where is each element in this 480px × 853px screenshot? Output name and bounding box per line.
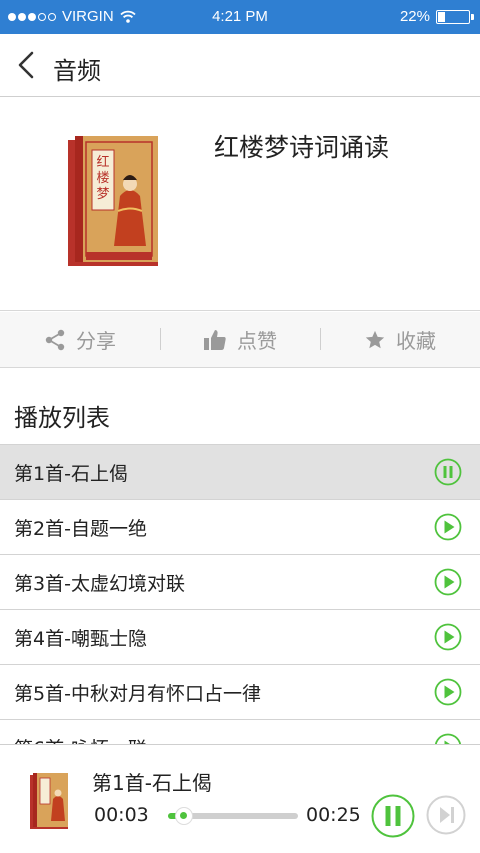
thumbs-up-icon: [204, 329, 226, 350]
chevron-left-icon[interactable]: [12, 49, 42, 81]
play-icon[interactable]: [434, 678, 462, 706]
album-cover: 红楼梦: [68, 136, 158, 266]
progress-handle[interactable]: [174, 807, 193, 825]
playlist-title: 播放列表: [14, 404, 110, 432]
action-bar: 分享 点赞 收藏: [0, 312, 480, 368]
list-item[interactable]: 第5首-中秋对月有怀口占一律: [0, 664, 480, 719]
track-title: 第5首-中秋对月有怀口占一律: [14, 682, 261, 705]
share-icon: [45, 329, 65, 350]
album-title: 红楼梦诗词诵读: [214, 133, 390, 162]
page-title: 音频: [53, 57, 101, 85]
duration: 00:25: [306, 804, 361, 826]
nav-bar: 音频: [0, 34, 480, 97]
battery-percent: 22%: [399, 8, 430, 25]
list-item[interactable]: 第1首-石上偈: [0, 444, 480, 499]
favorite-button[interactable]: 收藏: [320, 312, 480, 367]
track-title: 第4首-嘲甄士隐: [14, 627, 147, 650]
list-item[interactable]: 第4首-嘲甄士隐: [0, 609, 480, 664]
now-playing-title: 第1首-石上偈: [92, 771, 212, 795]
album-header: 红楼梦 红楼梦诗词诵读: [0, 98, 480, 311]
like-label: 点赞: [237, 329, 277, 353]
playlist: 第1首-石上偈 第2首-自题一绝 第3首-太虚幻境对联 第4首-嘲甄士隐 第5首…: [0, 444, 480, 774]
cover-title: 红楼梦: [96, 154, 109, 202]
list-item[interactable]: 第3首-太虚幻境对联: [0, 554, 480, 609]
play-icon[interactable]: [434, 568, 462, 596]
track-title: 第1首-石上偈: [14, 462, 128, 485]
share-label: 分享: [76, 329, 116, 353]
battery-icon: [436, 9, 474, 24]
list-item[interactable]: 第2首-自题一绝: [0, 499, 480, 554]
play-icon[interactable]: [434, 513, 462, 541]
play-icon[interactable]: [434, 623, 462, 651]
status-bar: VIRGIN 4:21 PM 22%: [0, 0, 480, 34]
progress-bar[interactable]: [168, 807, 298, 825]
favorite-label: 收藏: [396, 329, 436, 353]
player-cover: [30, 773, 68, 829]
like-button[interactable]: 点赞: [160, 312, 320, 367]
pause-icon[interactable]: [371, 794, 415, 838]
mini-player: 第1首-石上偈 00:03 00:25: [0, 744, 480, 853]
track-title: 第3首-太虚幻境对联: [14, 572, 185, 595]
share-button[interactable]: 分享: [0, 312, 160, 367]
star-icon: [365, 330, 385, 348]
skip-next-icon[interactable]: [426, 795, 466, 835]
current-time: 00:03: [94, 804, 149, 826]
track-title: 第2首-自题一绝: [14, 517, 147, 540]
pause-icon[interactable]: [434, 458, 462, 486]
